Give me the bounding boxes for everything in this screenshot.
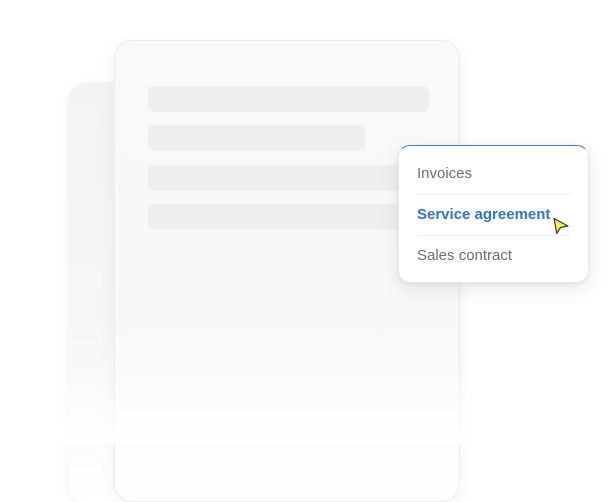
- mouse-pointer-icon: [553, 217, 569, 235]
- placeholder-line-1: [148, 86, 429, 112]
- placeholder-line-3: [148, 165, 403, 191]
- menu-item-sales-contract[interactable]: Sales contract: [417, 235, 570, 276]
- document-type-dropdown: Invoices Service agreement Sales contrac…: [398, 145, 589, 283]
- menu-item-invoices[interactable]: Invoices: [417, 154, 570, 194]
- placeholder-line-2: [148, 125, 365, 151]
- placeholder-line-4: [148, 204, 403, 230]
- menu-item-service-agreement[interactable]: Service agreement: [417, 194, 570, 235]
